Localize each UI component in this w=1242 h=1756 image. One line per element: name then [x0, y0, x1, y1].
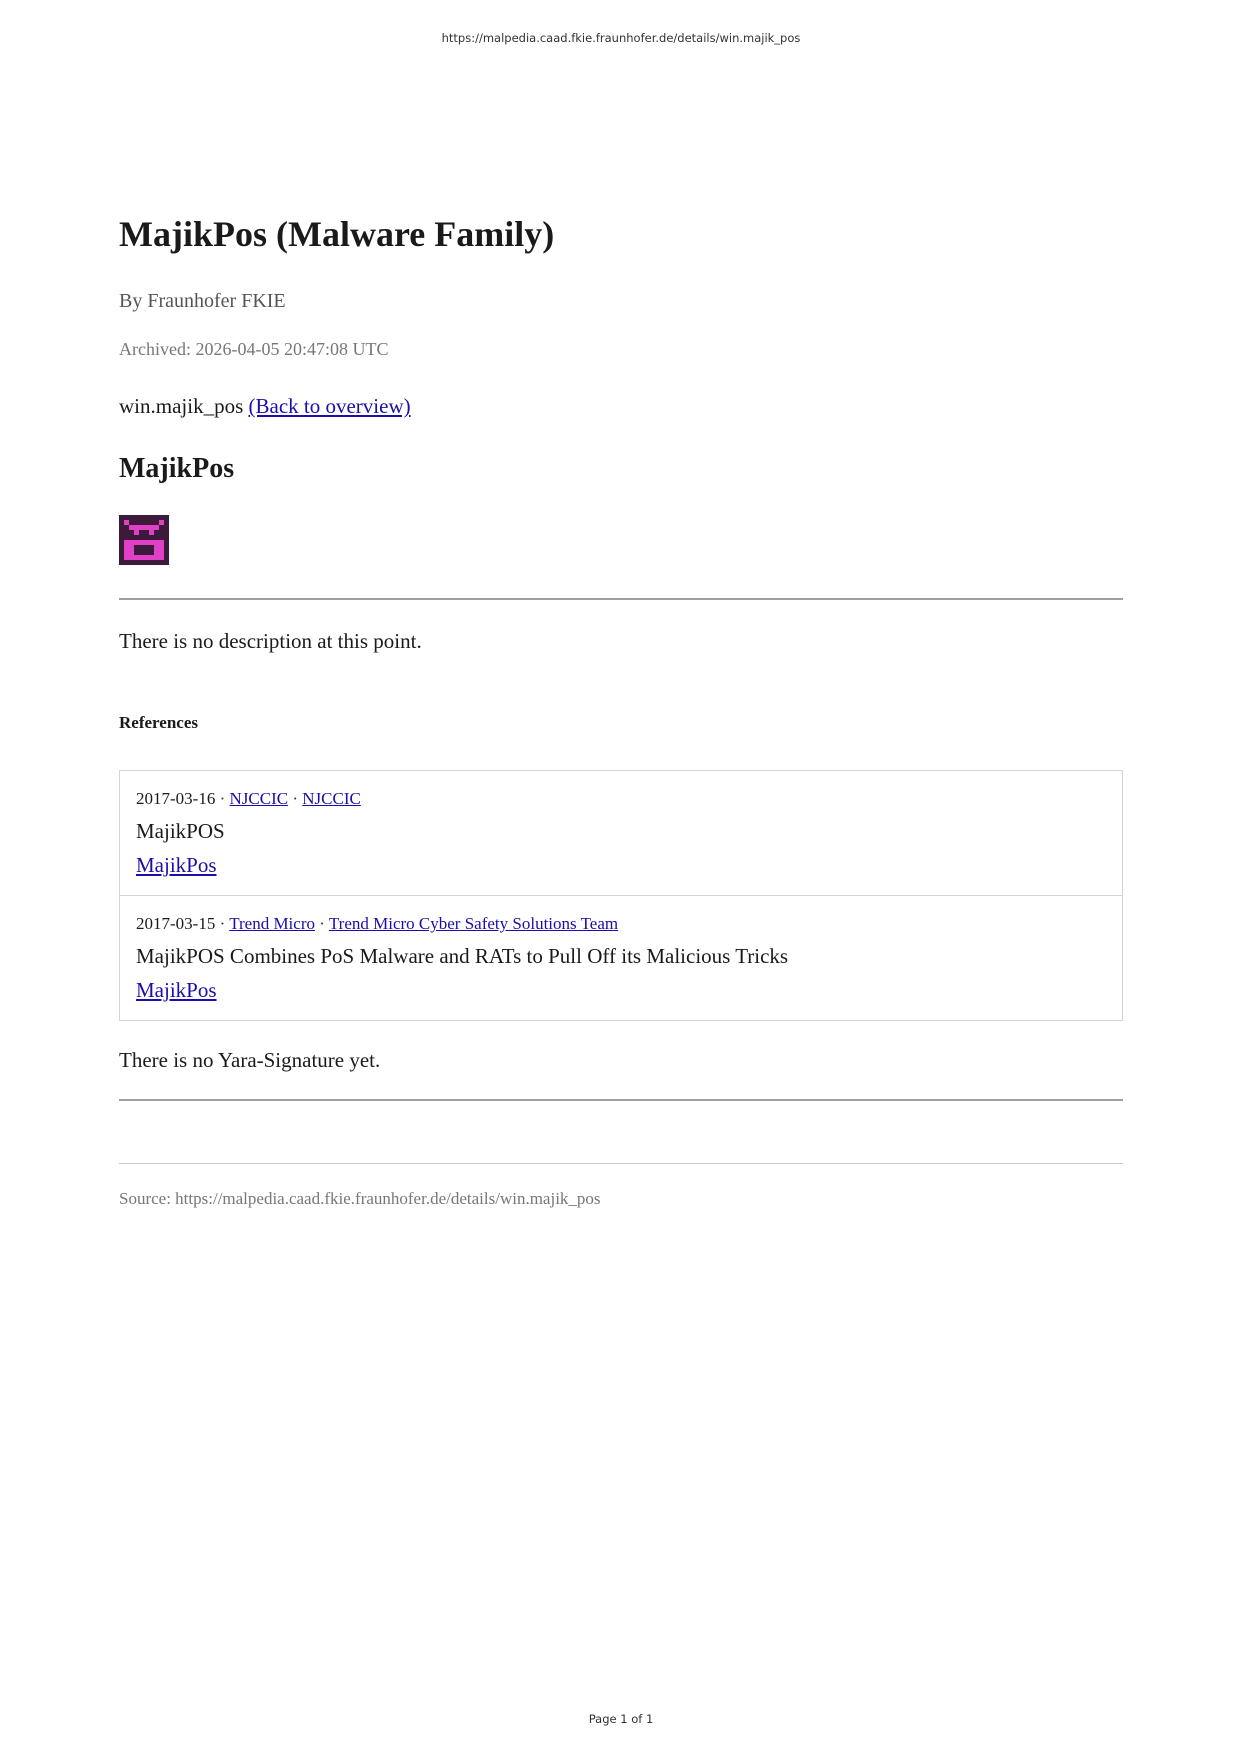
reference-item: 2017-03-15 · Trend Micro · Trend Micro C…	[120, 895, 1122, 1020]
archived-timestamp: Archived: 2026-04-05 20:47:08 UTC	[119, 339, 389, 359]
meta-separator: ·	[219, 789, 226, 808]
source-divider	[119, 1163, 1123, 1164]
reference-author-link[interactable]: Trend Micro Cyber Safety Solutions Team	[329, 914, 618, 933]
meta-separator: ·	[319, 914, 325, 933]
references-list: 2017-03-16 · NJCCIC · NJCCIC MajikPOS Ma…	[119, 770, 1123, 1021]
section-divider	[119, 598, 1123, 600]
reference-title: MajikPOS Combines PoS Malware and RATs t…	[136, 944, 789, 968]
family-identifier-line: win.majik_pos (Back to overview)	[119, 393, 411, 419]
reference-meta: 2017-03-15 · Trend Micro · Trend Micro C…	[136, 913, 1122, 935]
pixel-face-icon	[119, 515, 169, 565]
meta-separator: ·	[219, 914, 226, 933]
section-divider	[119, 1099, 1123, 1101]
reference-org-link[interactable]: NJCCIC	[230, 789, 289, 808]
reference-author-link[interactable]: NJCCIC	[302, 789, 361, 808]
family-identifier: win.majik_pos	[119, 394, 244, 418]
reference-family-tag-link[interactable]: MajikPos	[136, 853, 217, 877]
reference-org-link[interactable]: Trend Micro	[229, 914, 315, 933]
back-to-overview-link[interactable]: (Back to overview)	[249, 394, 411, 418]
reference-family-tag-link[interactable]: MajikPos	[136, 978, 217, 1002]
page-number: Page 1 of 1	[588, 1712, 654, 1726]
yara-status-text: There is no Yara-Signature yet.	[119, 1048, 381, 1072]
meta-separator: ·	[292, 789, 298, 808]
reference-date: 2017-03-15	[136, 914, 216, 933]
reference-date: 2017-03-16	[136, 789, 216, 808]
page-title: MajikPos (Malware Family)	[119, 214, 555, 254]
reference-title: MajikPOS	[136, 819, 225, 843]
print-header-url: https://malpedia.caad.fkie.fraunhofer.de…	[441, 31, 801, 45]
description-text: There is no description at this point.	[119, 629, 422, 653]
family-name-heading: MajikPos	[119, 453, 235, 484]
source-url: Source: https://malpedia.caad.fkie.fraun…	[119, 1189, 601, 1208]
references-heading: References	[119, 713, 198, 732]
reference-item: 2017-03-16 · NJCCIC · NJCCIC MajikPOS Ma…	[120, 771, 1122, 895]
reference-meta: 2017-03-16 · NJCCIC · NJCCIC	[136, 788, 1122, 810]
byline: By Fraunhofer FKIE	[119, 290, 286, 312]
